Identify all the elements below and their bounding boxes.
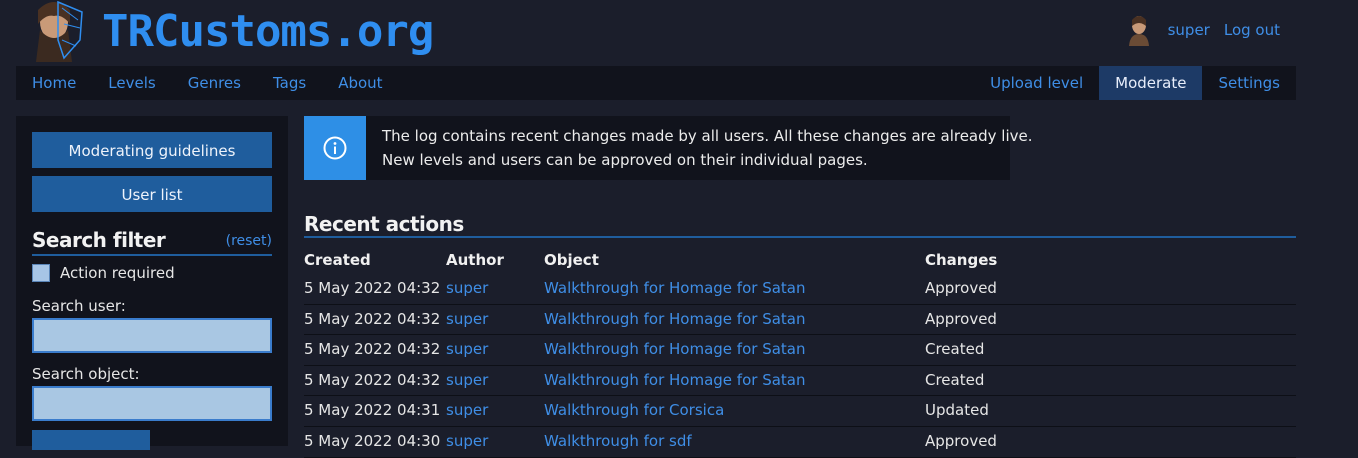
reset-link[interactable]: (reset) bbox=[226, 233, 272, 249]
main-nav: Home Levels Genres Tags About Upload lev… bbox=[16, 66, 1296, 100]
nav-settings[interactable]: Settings bbox=[1202, 66, 1296, 100]
nav-about[interactable]: About bbox=[322, 66, 398, 100]
object-link[interactable]: Walkthrough for Homage for Satan bbox=[544, 366, 805, 395]
nav-upload-level[interactable]: Upload level bbox=[974, 66, 1099, 100]
site-header: TRCustoms.org super Log out bbox=[16, 0, 1296, 66]
info-box: The log contains recent changes made by … bbox=[304, 116, 1033, 180]
action-required-label: Action required bbox=[60, 264, 175, 282]
object-link[interactable]: Walkthrough for Homage for Satan bbox=[544, 335, 805, 364]
table-row: 5 May 2022 04:31 super Walkthrough for C… bbox=[304, 396, 1296, 427]
changes-cell: Approved bbox=[925, 309, 997, 328]
table-row: 5 May 2022 04:32 super Walkthrough for H… bbox=[304, 274, 1296, 305]
created-cell: 5 May 2022 04:32 bbox=[304, 370, 441, 389]
username-link[interactable]: super bbox=[1168, 21, 1210, 39]
search-user-input[interactable] bbox=[32, 318, 272, 353]
created-cell: 5 May 2022 04:30 bbox=[304, 431, 441, 450]
author-link[interactable]: super bbox=[446, 366, 488, 395]
site-title[interactable]: TRCustoms.org bbox=[102, 4, 434, 60]
nav-left: Home Levels Genres Tags About bbox=[16, 66, 399, 100]
user-area: super Log out bbox=[1124, 14, 1280, 46]
action-required-checkbox[interactable] bbox=[32, 264, 50, 282]
info-icon-panel bbox=[304, 116, 366, 180]
nav-home[interactable]: Home bbox=[16, 66, 92, 100]
table-row: 5 May 2022 04:32 super Walkthrough for H… bbox=[304, 305, 1296, 336]
changes-cell: Approved bbox=[925, 431, 997, 450]
user-avatar-icon[interactable] bbox=[1124, 14, 1154, 46]
created-cell: 5 May 2022 04:31 bbox=[304, 401, 441, 420]
sidebar: Moderating guidelines User list Search f… bbox=[16, 116, 288, 450]
object-link[interactable]: Walkthrough for sdf bbox=[544, 427, 692, 456]
column-header-author[interactable]: Author bbox=[446, 246, 504, 274]
logo-avatar-icon[interactable] bbox=[28, 0, 86, 62]
info-text-line-1: The log contains recent changes made by … bbox=[382, 127, 1033, 145]
table-row: 5 May 2022 04:30 super Walkthrough for s… bbox=[304, 427, 1296, 458]
info-text-line-2: New levels and users can be approved on … bbox=[382, 151, 868, 169]
column-header-changes[interactable]: Changes bbox=[925, 246, 997, 274]
changes-cell: Approved bbox=[925, 279, 997, 297]
info-circle-icon bbox=[323, 136, 347, 160]
table-header-row: Created Author Object Changes bbox=[304, 246, 1296, 274]
column-header-created[interactable]: Created bbox=[304, 246, 371, 274]
nav-genres[interactable]: Genres bbox=[172, 66, 257, 100]
author-link[interactable]: super bbox=[446, 427, 488, 456]
search-filter-title: Search filter bbox=[32, 228, 166, 252]
table-row: 5 May 2022 04:32 super Walkthrough for H… bbox=[304, 366, 1296, 397]
recent-actions-table: Created Author Object Changes 5 May 2022… bbox=[304, 246, 1296, 458]
action-required-row[interactable]: Action required bbox=[32, 264, 175, 282]
recent-actions-header: Recent actions bbox=[304, 212, 1296, 238]
nav-right: Upload level Moderate Settings bbox=[974, 66, 1296, 100]
object-link[interactable]: Walkthrough for Corsica bbox=[544, 396, 724, 425]
search-filter-header: Search filter (reset) bbox=[32, 228, 272, 256]
created-cell: 5 May 2022 04:32 bbox=[304, 279, 441, 297]
nav-moderate[interactable]: Moderate bbox=[1099, 66, 1203, 100]
logout-link[interactable]: Log out bbox=[1224, 21, 1280, 39]
author-link[interactable]: super bbox=[446, 396, 488, 425]
created-cell: 5 May 2022 04:32 bbox=[304, 309, 441, 328]
author-link[interactable]: super bbox=[446, 335, 488, 364]
created-cell: 5 May 2022 04:32 bbox=[304, 340, 441, 359]
changes-cell: Created bbox=[925, 370, 985, 389]
search-button[interactable] bbox=[32, 430, 150, 450]
changes-cell: Created bbox=[925, 340, 985, 359]
moderating-guidelines-button[interactable]: Moderating guidelines bbox=[32, 132, 272, 168]
nav-tags[interactable]: Tags bbox=[257, 66, 322, 100]
author-link[interactable]: super bbox=[446, 305, 488, 334]
author-link[interactable]: super bbox=[446, 274, 488, 303]
nav-levels[interactable]: Levels bbox=[92, 66, 171, 100]
object-link[interactable]: Walkthrough for Homage for Satan bbox=[544, 274, 805, 303]
object-link[interactable]: Walkthrough for Homage for Satan bbox=[544, 305, 805, 334]
table-row: 5 May 2022 04:32 super Walkthrough for H… bbox=[304, 335, 1296, 366]
search-user-label: Search user: bbox=[32, 297, 126, 315]
search-object-label: Search object: bbox=[32, 365, 140, 383]
recent-actions-title: Recent actions bbox=[304, 212, 464, 236]
column-header-object[interactable]: Object bbox=[544, 246, 599, 274]
user-list-button[interactable]: User list bbox=[32, 176, 272, 212]
search-object-input[interactable] bbox=[32, 386, 272, 421]
changes-cell: Updated bbox=[925, 401, 989, 420]
